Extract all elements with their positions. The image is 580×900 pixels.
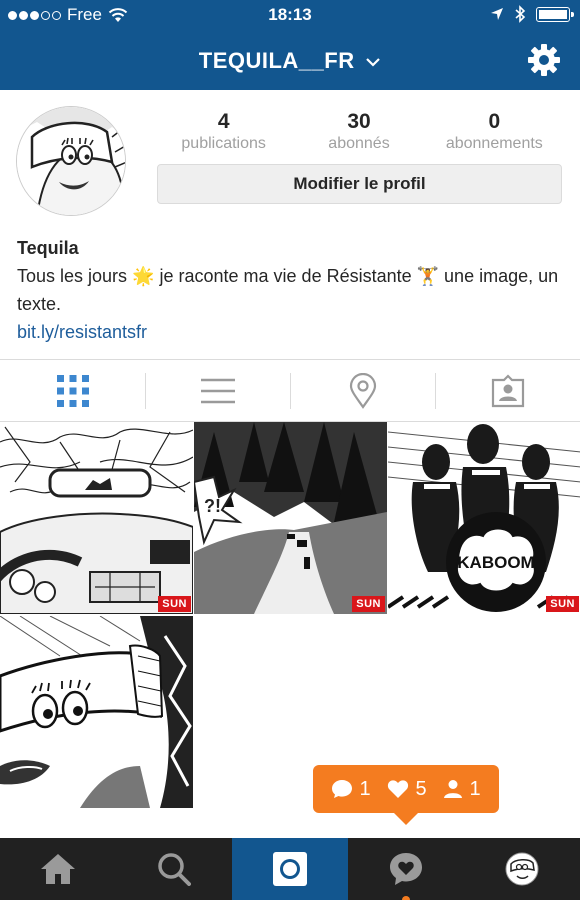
grid-icon xyxy=(56,374,89,407)
sun-badge: SUN xyxy=(158,596,191,612)
stat-publications[interactable]: 4 publications xyxy=(156,110,291,154)
nav-home[interactable] xyxy=(0,838,116,900)
bio-link[interactable]: bit.ly/resistantsfr xyxy=(17,318,567,346)
bio-text-part: Tous les jours xyxy=(17,266,133,286)
car-interior-image xyxy=(0,422,193,614)
notif-likes: 5 xyxy=(387,777,427,801)
nav-activity[interactable] xyxy=(348,838,464,900)
profile-header: TEQUILA__FR xyxy=(0,30,580,90)
notif-followers: 1 xyxy=(443,777,481,801)
username-title: TEQUILA__FR xyxy=(198,48,355,73)
sun-badge: SUN xyxy=(352,596,385,612)
bio-text-part: je raconte ma vie de Résistante xyxy=(154,266,417,286)
kaboom-text: KABOOM xyxy=(457,553,534,572)
post-thumbnail[interactable]: ?! SUN xyxy=(194,422,387,614)
notif-followers-count: 1 xyxy=(469,777,481,800)
notif-likes-count: 5 xyxy=(415,777,427,800)
bottom-navigation xyxy=(0,838,580,900)
status-bar: Free 18:13 xyxy=(0,0,580,30)
view-tabs xyxy=(0,359,580,422)
sun-badge: SUN xyxy=(546,596,579,612)
list-icon xyxy=(200,378,235,403)
stat-following[interactable]: 0 abonnements xyxy=(427,110,562,154)
svg-text:?!: ?! xyxy=(204,496,221,516)
tab-tagged-view[interactable] xyxy=(435,371,580,411)
bowling-kaboom-image: KABOOM xyxy=(388,422,580,614)
stat-label: abonnements xyxy=(445,135,543,152)
stat-value: 4 xyxy=(217,110,230,133)
avatar-illustration xyxy=(17,107,125,215)
notif-comments-count: 1 xyxy=(359,777,371,800)
profile-stats: 4 publications 30 abonnés 0 abonnements xyxy=(156,110,562,154)
heart-icon xyxy=(388,780,409,798)
nav-camera[interactable] xyxy=(232,838,348,900)
bio-text: Tous les jours 🌟 je raconte ma vie de Ré… xyxy=(17,262,567,318)
gear-icon[interactable] xyxy=(526,42,562,78)
post-thumbnail[interactable]: KABOOM SUN xyxy=(388,422,580,614)
status-icons xyxy=(490,5,574,23)
stat-label: publications xyxy=(181,135,266,152)
post-thumbnail[interactable]: SUN xyxy=(0,422,193,614)
activity-indicator-dot xyxy=(402,896,410,900)
bluetooth-icon xyxy=(515,5,526,23)
edit-profile-button[interactable]: Modifier le profil xyxy=(157,164,562,204)
nav-search[interactable] xyxy=(116,838,232,900)
tab-map-view[interactable] xyxy=(290,371,435,411)
nav-profile[interactable] xyxy=(464,838,580,900)
location-arrow-icon xyxy=(491,8,503,20)
weightlifter-emoji: 🏋 xyxy=(416,266,440,286)
activity-heart-bubble-icon xyxy=(390,853,422,885)
stat-followers[interactable]: 30 abonnés xyxy=(291,110,426,154)
glowing-star-emoji: 🌟 xyxy=(132,266,155,286)
activity-notification-bubble[interactable]: 1 5 1 xyxy=(313,765,499,825)
mountain-road-image: ?! xyxy=(194,422,387,614)
home-icon xyxy=(41,854,75,884)
avatar[interactable] xyxy=(16,106,126,216)
girl-face-image xyxy=(0,616,193,808)
tagged-person-icon xyxy=(491,373,524,407)
username-switcher[interactable]: TEQUILA__FR xyxy=(0,48,580,74)
notif-comments: 1 xyxy=(331,777,371,801)
profile-avatar-icon xyxy=(505,852,539,886)
profile-name: Tequila xyxy=(17,238,79,258)
profile-bio: Tequila Tous les jours 🌟 je raconte ma v… xyxy=(17,234,567,346)
chevron-down-icon xyxy=(366,58,381,67)
stat-label: abonnés xyxy=(328,135,390,152)
post-thumbnail[interactable] xyxy=(0,616,193,808)
camera-icon xyxy=(273,852,307,886)
tab-list-view[interactable] xyxy=(145,371,290,411)
battery-icon xyxy=(536,6,574,22)
tab-grid-view[interactable] xyxy=(0,371,145,411)
comment-icon xyxy=(332,780,353,798)
location-pin-icon xyxy=(349,372,376,409)
person-icon xyxy=(444,780,463,798)
search-icon xyxy=(158,853,191,886)
stat-value: 30 xyxy=(347,110,371,133)
stat-value: 0 xyxy=(488,110,501,133)
